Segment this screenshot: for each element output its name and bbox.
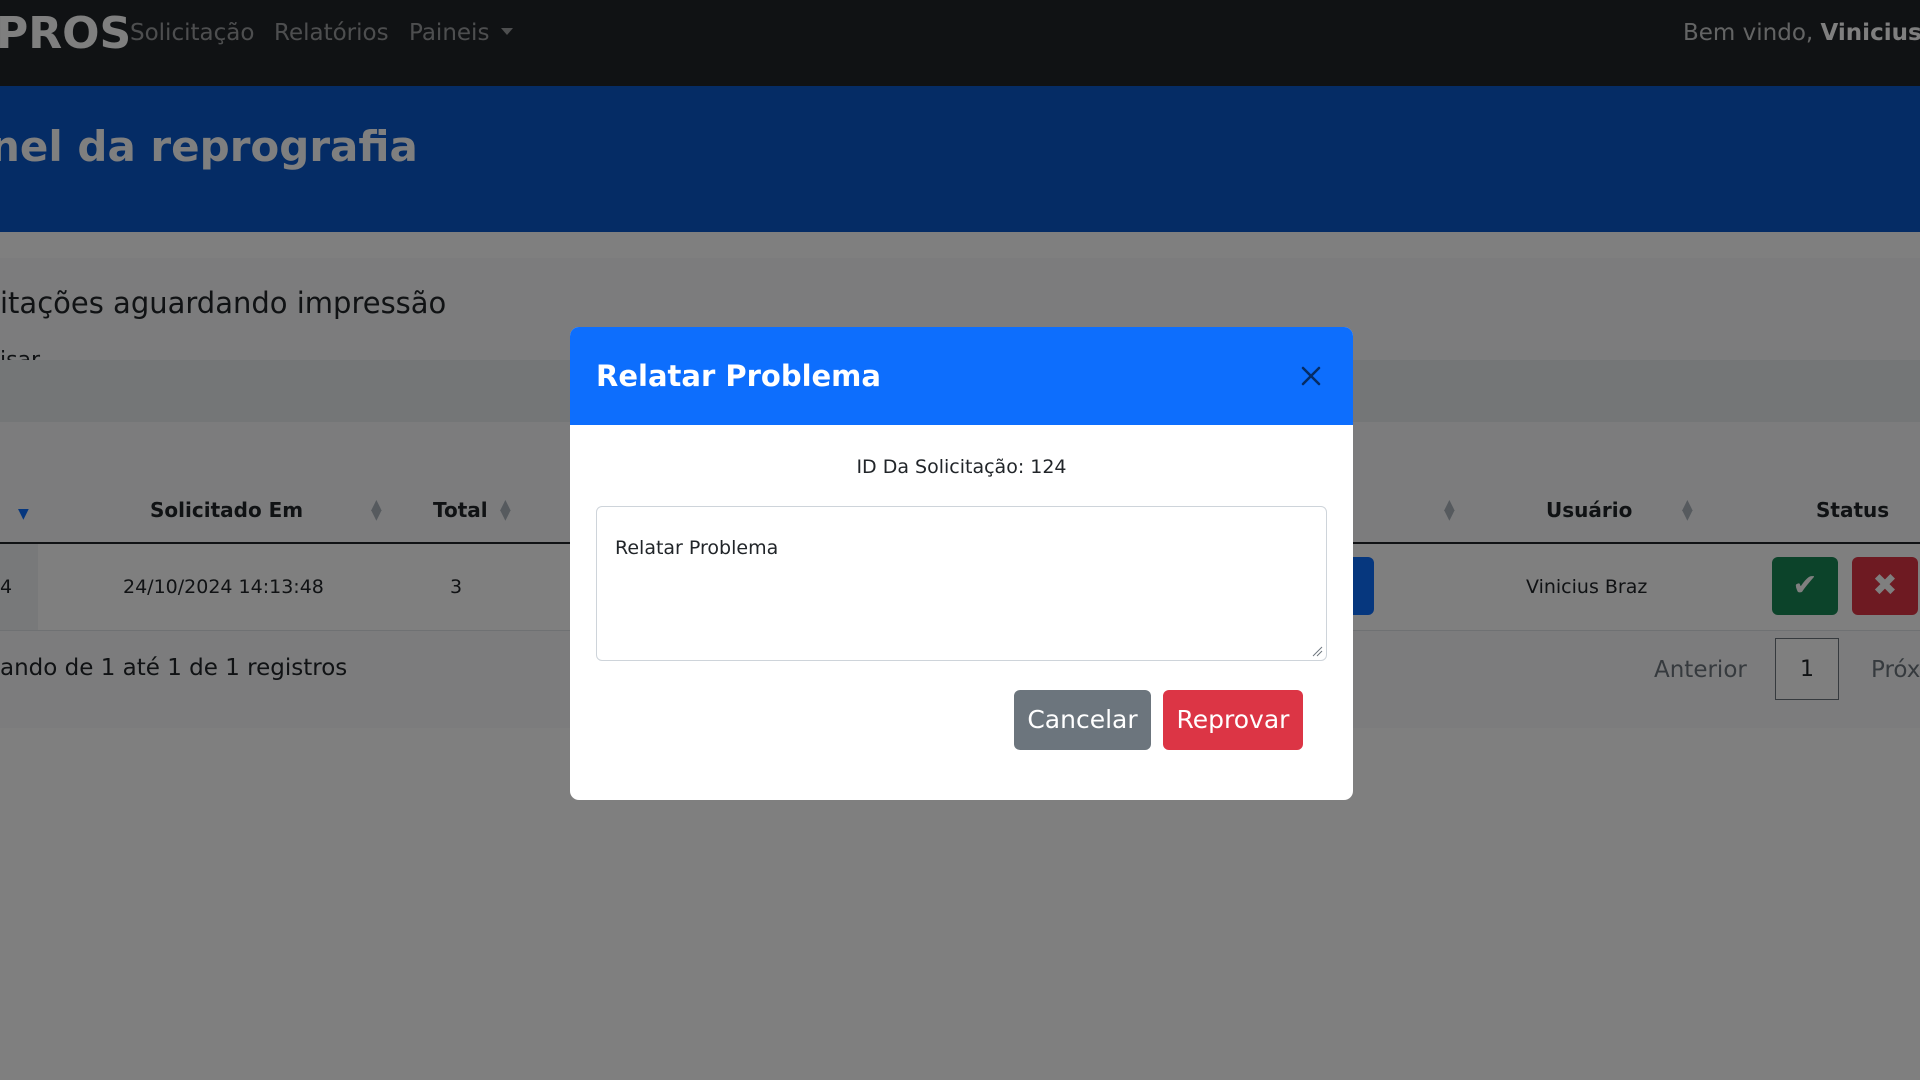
- modal-title: Relatar Problema: [596, 359, 881, 393]
- close-button[interactable]: [1294, 359, 1328, 393]
- request-id-label: ID Da Solicitação: 124: [856, 456, 1067, 478]
- cancel-button[interactable]: Cancelar: [1014, 690, 1151, 750]
- problem-description-textarea[interactable]: [596, 506, 1327, 661]
- modal-header: Relatar Problema: [570, 327, 1353, 425]
- resize-grip-icon[interactable]: [1311, 645, 1323, 657]
- report-problem-modal: Relatar Problema ID Da Solicitação: 124 …: [570, 327, 1353, 800]
- reject-submit-button[interactable]: Reprovar: [1163, 690, 1303, 750]
- close-icon: [1301, 366, 1321, 386]
